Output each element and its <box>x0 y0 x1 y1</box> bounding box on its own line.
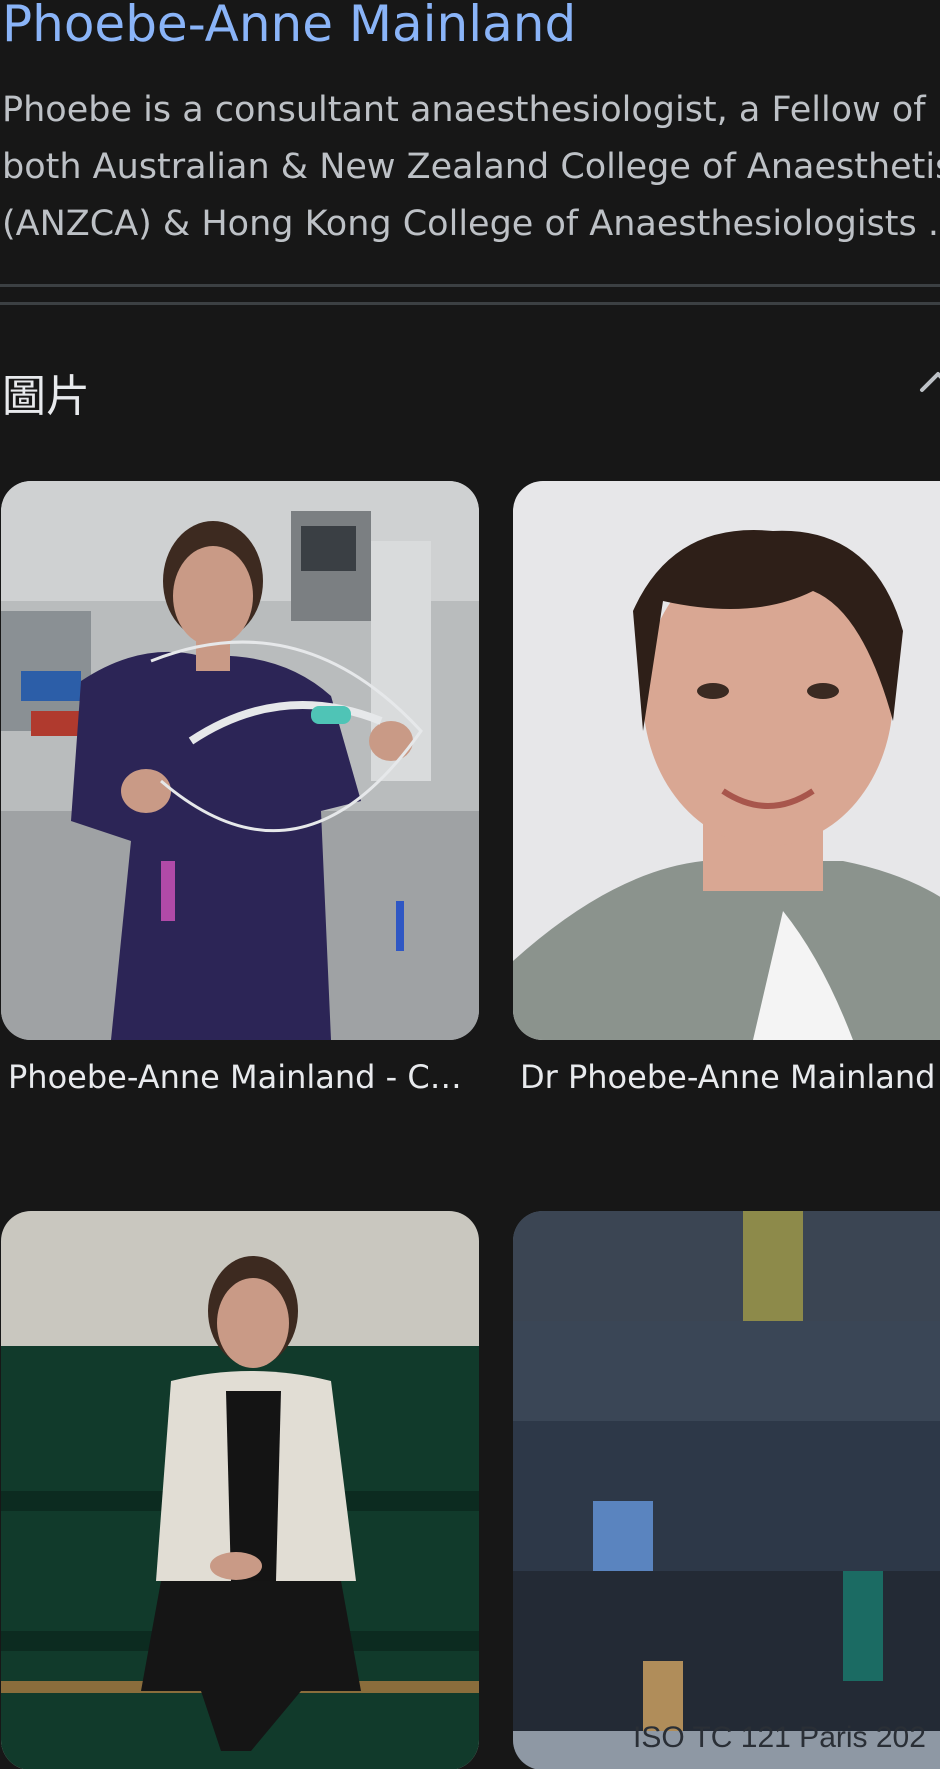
photo-overlay-text: ISO TC 121 Paris 202 <box>633 1721 926 1754</box>
image-thumbnail[interactable] <box>513 481 940 1040</box>
image-thumbnail[interactable] <box>1 1211 479 1769</box>
image-thumbnail[interactable]: ISO TC 121 Paris 202 <box>513 1211 940 1769</box>
divider <box>0 284 940 287</box>
result-snippet: Phoebe is a consultant anaesthesiologist… <box>2 82 940 253</box>
image-caption[interactable]: Phoebe-Anne Mainland - Chu… <box>8 1055 478 1099</box>
image-thumbnail[interactable] <box>1 481 479 1040</box>
result-title-link[interactable]: Phoebe-Anne Mainland <box>2 0 576 56</box>
snippet-line: both Australian & New Zealand College of… <box>2 147 940 187</box>
image-caption[interactable]: Dr Phoebe-Anne Mainland n <box>520 1055 940 1099</box>
images-section-title: 圖片 <box>2 371 90 422</box>
images-section-header[interactable]: 圖片 <box>0 350 940 430</box>
search-results-page: Phoebe-Anne Mainland Phoebe is a consult… <box>0 0 940 1769</box>
snippet-line: Phoebe is a consultant anaesthesiologist… <box>2 90 926 130</box>
divider <box>0 302 940 305</box>
snippet-line: (ANZCA) & Hong Kong College of Anaesthes… <box>2 204 939 244</box>
chevron-up-icon[interactable] <box>918 364 940 404</box>
